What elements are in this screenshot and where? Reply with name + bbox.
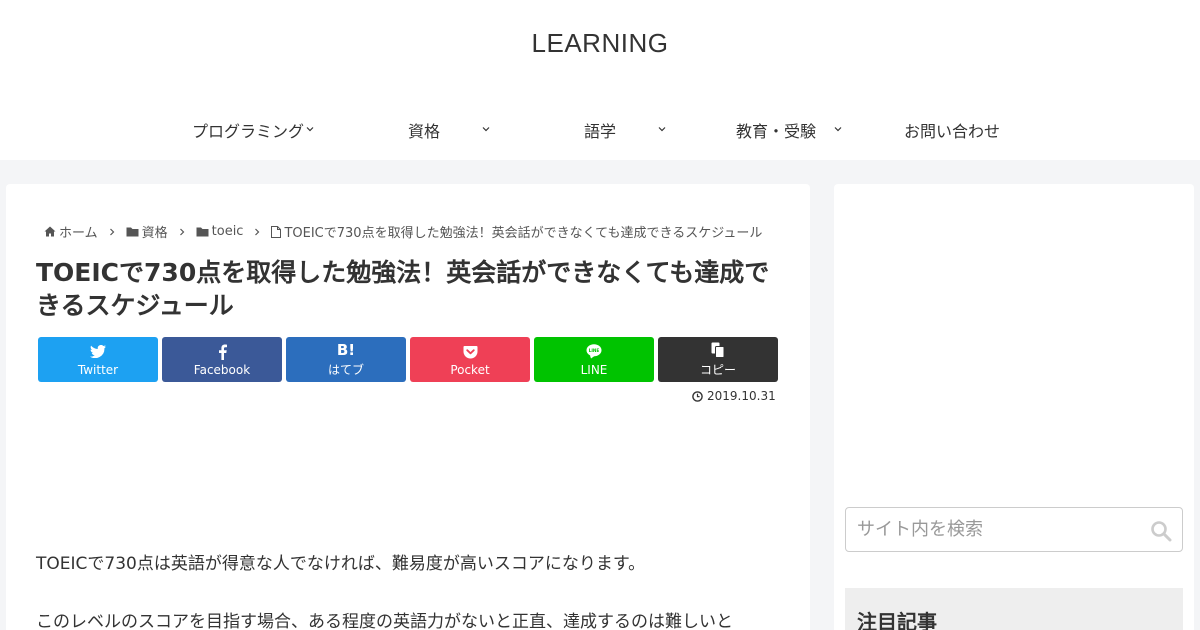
article-paragraph: TOEICで730点は英語が得意な人でなければ、難易度が高いスコアになります。 (36, 554, 646, 574)
share-facebook-button[interactable]: Facebook (162, 337, 282, 382)
chevron-right-icon (109, 228, 114, 235)
nav-item-label: 教育・受験 (735, 122, 816, 141)
twitter-icon (90, 345, 106, 358)
share-buttons: Twitter Facebook B! はてブ Pocket LINE LINE… (38, 337, 782, 382)
clock-icon (692, 390, 703, 402)
global-nav: プログラミング 資格 語学 教育・受験 お問い合わせ (160, 100, 1040, 160)
share-hatena-button[interactable]: B! はてブ (286, 337, 406, 382)
chevron-right-icon (255, 228, 260, 235)
nav-item-label: 資格 (407, 122, 440, 141)
article-title: TOEICで730点を取得した勉強法！英会話ができなくても達成できるスケジュール (36, 258, 770, 320)
search-box (845, 507, 1183, 552)
chevron-down-icon (306, 127, 314, 132)
breadcrumb-label: 資格 (141, 226, 168, 241)
share-pocket-button[interactable]: Pocket (410, 337, 530, 382)
line-icon: LINE (586, 344, 602, 359)
breadcrumb-category[interactable]: 資格 (126, 222, 168, 241)
pocket-icon (463, 345, 477, 358)
share-label: はてブ (327, 363, 364, 377)
copy-icon (711, 342, 725, 358)
facebook-icon (218, 344, 227, 360)
share-label: コピー (699, 363, 736, 377)
nav-item-contact[interactable]: お問い合わせ (864, 100, 1040, 160)
nav-item-language[interactable]: 語学 (512, 100, 688, 160)
nav-item-programming[interactable]: プログラミング (160, 100, 336, 160)
svg-text:LINE: LINE (589, 348, 600, 353)
site-title[interactable]: LEARNING (0, 28, 1200, 59)
share-label: Facebook (193, 362, 251, 377)
share-label: Pocket (450, 362, 490, 377)
folder-icon (196, 227, 209, 237)
share-twitter-button[interactable]: Twitter (38, 337, 158, 382)
hatena-icon: B! (336, 341, 356, 359)
breadcrumb-label: TOEICで730点を取得した勉強法！英会話ができなくても達成できるスケジュール (284, 226, 763, 241)
featured-widget: 注目記事 (845, 588, 1183, 630)
nav-item-qualification[interactable]: 資格 (336, 100, 512, 160)
article-paragraph: このレベルのスコアを目指す場合、ある程度の英語力がないと正直、達成するのは難しい… (36, 612, 733, 630)
share-copy-button[interactable]: コピー (658, 337, 778, 382)
folder-icon (126, 227, 139, 237)
search-icon[interactable] (1150, 520, 1172, 542)
share-label: Twitter (77, 362, 119, 377)
breadcrumb-subcategory[interactable]: toeic (196, 224, 244, 239)
site-header: LEARNING プログラミング 資格 語学 教育・受験 お問い合わせ (0, 0, 1200, 160)
breadcrumb-label: toeic (211, 224, 244, 239)
share-label: LINE (580, 362, 608, 377)
chevron-down-icon (834, 127, 842, 132)
search-input[interactable] (857, 509, 1147, 550)
main-content: ホーム 資格 toeic TOEICで730点を取得した勉強法！英会話ができなく… (6, 184, 810, 630)
home-icon (44, 226, 56, 237)
sidebar: 注目記事 (834, 184, 1194, 630)
share-line-button[interactable]: LINE LINE (534, 337, 654, 382)
breadcrumb-label: ホーム (59, 226, 98, 241)
breadcrumb: ホーム 資格 toeic TOEICで730点を取得した勉強法！英会話ができなく… (44, 222, 762, 241)
breadcrumb-home[interactable]: ホーム (44, 222, 98, 241)
widget-title: 注目記事 (857, 610, 937, 630)
post-date: 2019.10.31 (692, 389, 776, 403)
file-icon (271, 225, 282, 238)
nav-item-label: プログラミング (191, 122, 304, 141)
chevron-down-icon (482, 127, 490, 132)
breadcrumb-current: TOEICで730点を取得した勉強法！英会話ができなくても達成できるスケジュール (271, 222, 762, 241)
nav-item-education[interactable]: 教育・受験 (688, 100, 864, 160)
chevron-right-icon (179, 228, 184, 235)
nav-item-label: 語学 (583, 122, 616, 141)
nav-item-label: お問い合わせ (903, 122, 1000, 141)
chevron-down-icon (658, 127, 666, 132)
post-date-text: 2019.10.31 (707, 389, 776, 403)
